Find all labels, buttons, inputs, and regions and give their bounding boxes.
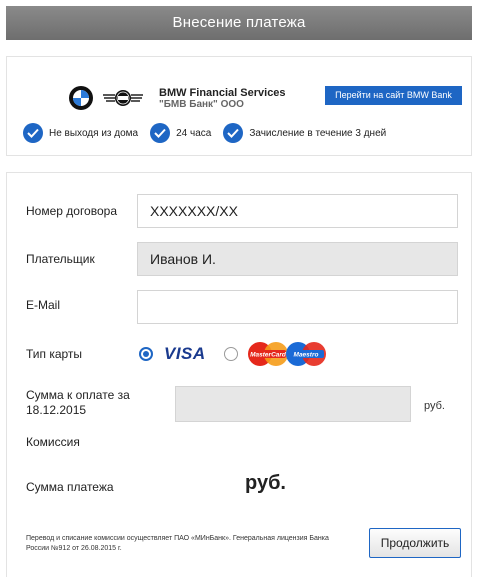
mastercard-maestro-icon: MasterCard Maestro <box>247 342 326 366</box>
amount-label: Сумма к оплате за 18.12.2015 <box>26 388 130 417</box>
contract-label: Номер договора <box>26 204 117 218</box>
logo-group <box>69 85 143 111</box>
continue-button[interactable]: Продолжить <box>369 528 461 558</box>
payment-form-panel <box>6 172 472 577</box>
checkmark-icon <box>223 123 244 143</box>
card-type-label: Тип карты <box>26 347 83 361</box>
mastercard-text: MasterCard <box>250 352 287 359</box>
page-title: Внесение платежа <box>172 14 306 31</box>
amount-currency: руб. <box>424 400 445 412</box>
feature-label: Не выходя из дома <box>49 127 139 139</box>
info-panel: BMW Financial Services "БМВ Банк" ООО Пе… <box>6 56 472 156</box>
feature-item: Не выходя из дома <box>23 123 138 143</box>
contract-number-input[interactable] <box>137 194 458 228</box>
feature-item: 24 часа <box>150 123 211 143</box>
visa-radio[interactable] <box>139 347 153 361</box>
bmw-bank-site-button[interactable]: Перейти на сайт BMW Bank <box>325 86 462 105</box>
mini-logo-icon <box>103 90 143 106</box>
amount-input[interactable] <box>175 386 411 422</box>
mastercard-radio[interactable] <box>223 347 238 361</box>
commission-label: Комиссия <box>26 435 80 449</box>
maestro-text: Maestro <box>293 352 318 359</box>
company-name: BMW Financial Services <box>159 87 286 99</box>
company-subtitle: "БМВ Банк" ООО <box>159 99 244 110</box>
total-value: руб. <box>245 472 286 494</box>
feature-item: Зачисление в течение 3 дней <box>223 123 386 143</box>
email-label: E-Mail <box>26 298 61 312</box>
payer-input[interactable] <box>137 242 458 276</box>
features-list: Не выходя из дома 24 часа Зачисление в т… <box>23 123 398 143</box>
total-label: Сумма платежа <box>26 480 114 494</box>
visa-logo: VISA <box>164 344 206 363</box>
legal-note: Перевод и списание комиссии осуществляет… <box>26 535 329 552</box>
payer-label: Плательщик <box>26 252 95 266</box>
feature-label: Зачисление в течение 3 дней <box>249 127 387 139</box>
card-type-selector: VISA MasterCard Maestro <box>139 341 326 367</box>
page-header: Внесение платежа <box>6 6 472 40</box>
bmw-logo-icon <box>69 86 93 110</box>
email-input[interactable] <box>137 290 458 324</box>
feature-label: 24 часа <box>176 127 212 139</box>
company-info: BMW Financial Services "БМВ Банк" ООО <box>159 87 286 110</box>
checkmark-icon <box>23 123 43 143</box>
checkmark-icon <box>150 123 171 143</box>
